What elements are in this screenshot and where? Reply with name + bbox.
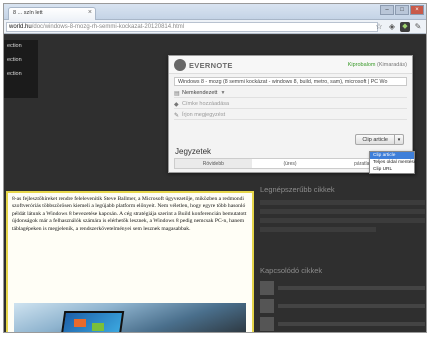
tab-notes-short[interactable]: Rövidebb bbox=[175, 159, 252, 168]
wrench-icon[interactable]: ✎ bbox=[413, 22, 423, 32]
clip-options-arrow[interactable]: ▾ bbox=[395, 134, 404, 145]
user-line: Kiprobalom (Kimaradás) bbox=[348, 62, 407, 68]
clip-article-button[interactable]: Clip article bbox=[355, 134, 395, 145]
left-nav: ection ection ection bbox=[4, 40, 38, 98]
comment-icon: ✎ bbox=[174, 112, 180, 119]
close-window-button[interactable]: × bbox=[410, 5, 424, 15]
url-path: /doc/windows-8-mozg-rh-semmi-kockazat-20… bbox=[31, 24, 185, 30]
menu-item-clip-article[interactable]: Clip article bbox=[370, 152, 414, 159]
sidebar-row[interactable] bbox=[260, 218, 425, 223]
sidebar: Legnépszerűbb cikkek Kapcsolódó cikkek bbox=[260, 185, 425, 331]
note-title-field[interactable]: Windows 8 - mozg (8 semmi kockázat - win… bbox=[174, 77, 407, 86]
evernote-logo-icon bbox=[174, 59, 186, 71]
nav-item[interactable]: ection bbox=[7, 71, 35, 77]
sidebar-row[interactable] bbox=[260, 209, 425, 214]
thumbnail bbox=[260, 281, 274, 295]
article-text: 8-as fejlesztőhíreket rendre felelevenít… bbox=[12, 196, 247, 232]
tag-icon: ◆ bbox=[174, 101, 179, 108]
menu-item-full-page[interactable]: Teljes oldal mentése bbox=[370, 159, 416, 166]
list-item[interactable] bbox=[260, 317, 425, 331]
star-icon[interactable]: ☆ bbox=[374, 22, 384, 32]
maximize-button[interactable]: □ bbox=[395, 5, 409, 15]
toolbar-icons: ☆ ◈ ◆ ✎ bbox=[371, 22, 423, 32]
close-tab-icon[interactable]: × bbox=[88, 9, 92, 16]
menu-item-clip-url[interactable]: Clip URL bbox=[370, 166, 414, 173]
tile bbox=[92, 323, 104, 331]
article-photo bbox=[14, 303, 246, 332]
evernote-icon[interactable]: ◆ bbox=[400, 22, 410, 32]
user-suffix: (Kimaradás) bbox=[377, 62, 407, 68]
thumbnail bbox=[260, 299, 274, 313]
popup-header: EVERNOTE Kiprobalom (Kimaradás) bbox=[169, 56, 412, 74]
notebook-icon: ▤ bbox=[174, 90, 180, 97]
comment-input[interactable]: ✎ Írjon megjegyzést bbox=[174, 111, 407, 120]
url-domain: world.hu bbox=[9, 24, 32, 30]
article-body: 8-as fejlesztőhíreket rendre felelevenít… bbox=[6, 191, 254, 332]
clip-options-menu: Clip article Teljes oldal mentése Clip U… bbox=[369, 151, 416, 174]
list-item[interactable] bbox=[260, 281, 425, 295]
tab-notes-empty[interactable]: (üres) bbox=[252, 159, 329, 168]
evernote-brand: EVERNOTE bbox=[189, 61, 233, 70]
window-controls: – □ × bbox=[379, 5, 424, 15]
tags-input[interactable]: ◆ Címke hozzáadása bbox=[174, 100, 407, 109]
thumbnail bbox=[260, 317, 274, 331]
clip-split-button: Clip article ▾ bbox=[355, 134, 404, 145]
browser-tab[interactable]: 8 ... szín lett × bbox=[8, 7, 96, 20]
nav-item[interactable]: ection bbox=[7, 43, 35, 49]
minimize-button[interactable]: – bbox=[380, 5, 394, 15]
chevron-down-icon: ▼ bbox=[220, 90, 226, 96]
notebook-value: Nemkendezett bbox=[182, 90, 218, 96]
comment-placeholder: Írjon megjegyzést bbox=[182, 112, 226, 118]
address-bar[interactable]: world.hu/doc/windows-8-mozg-rh-semmi-koc… bbox=[6, 22, 378, 32]
tab-title: 8 ... szín lett bbox=[13, 10, 43, 16]
sidebar-row[interactable] bbox=[260, 227, 376, 232]
user-link[interactable]: Kiprobalom bbox=[348, 62, 376, 68]
sidebar-title-popular: Legnépszerűbb cikkek bbox=[260, 185, 335, 194]
browser-window: 8 ... szín lett × – □ × world.hu/doc/win… bbox=[3, 3, 427, 333]
notebook-select[interactable]: ▤ Nemkendezett ▼ bbox=[174, 89, 407, 98]
tab-strip: 8 ... szín lett × – □ × bbox=[4, 4, 426, 20]
address-toolbar: world.hu/doc/windows-8-mozg-rh-semmi-koc… bbox=[4, 20, 426, 34]
sidebar-row[interactable] bbox=[260, 200, 425, 205]
list-item[interactable] bbox=[260, 299, 425, 313]
tags-placeholder: Címke hozzáadása bbox=[182, 101, 230, 107]
nav-item[interactable]: ection bbox=[7, 57, 35, 63]
extension-icon[interactable]: ◈ bbox=[387, 22, 397, 32]
sidebar-title-related: Kapcsolódó cikkek bbox=[260, 266, 323, 275]
notes-heading: Jegyzetek bbox=[175, 147, 212, 156]
tile bbox=[74, 319, 86, 327]
related-list bbox=[260, 281, 425, 331]
